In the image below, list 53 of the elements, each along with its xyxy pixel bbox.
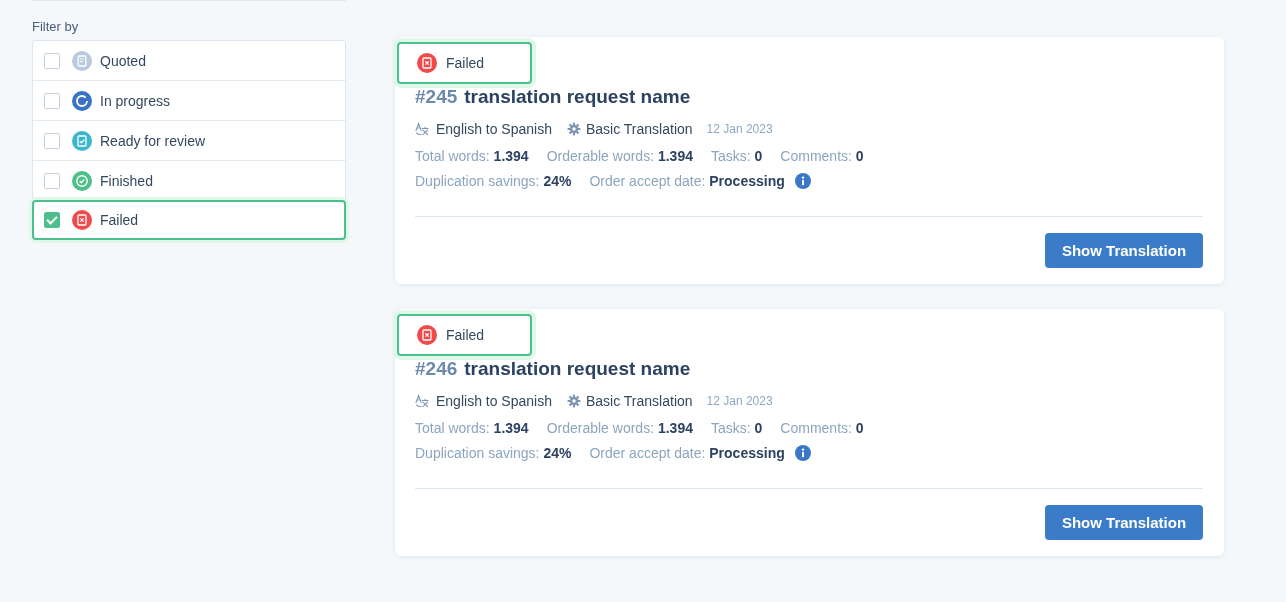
stat-text: Orderable words: 1.394 bbox=[546, 147, 693, 166]
language-pair: English to Spanish bbox=[436, 121, 552, 137]
document-x-icon bbox=[417, 53, 437, 73]
filter-label: In progress bbox=[100, 92, 171, 109]
filter-option[interactable]: Failed bbox=[32, 200, 346, 240]
document-x-icon bbox=[417, 325, 437, 345]
ring-icon bbox=[72, 90, 92, 111]
filter-heading: Filter by bbox=[32, 19, 80, 35]
check-circle-icon bbox=[72, 170, 92, 191]
stat-text: Total words: 1.394 bbox=[415, 147, 529, 166]
service-type: Basic Translation bbox=[585, 393, 693, 409]
filter-label: Finished bbox=[100, 172, 153, 189]
stat-text: Comments: 0 bbox=[780, 147, 864, 166]
translate-icon bbox=[415, 394, 429, 408]
filter-option[interactable]: Quoted bbox=[33, 41, 345, 81]
stat-text: Orderable words: 1.394 bbox=[546, 419, 693, 438]
filter-option[interactable]: In progress bbox=[33, 81, 345, 121]
language-pair: English to Spanish bbox=[436, 393, 552, 409]
checkbox[interactable] bbox=[44, 52, 60, 69]
status-label: Failed bbox=[446, 327, 485, 343]
status-label: Failed bbox=[446, 55, 485, 71]
checkbox[interactable] bbox=[44, 132, 60, 149]
stat-text: Duplication savings: 24% bbox=[415, 172, 572, 191]
request-number: #245 bbox=[415, 85, 458, 109]
stat-text: Comments: 0 bbox=[780, 419, 864, 438]
request-date: 12 Jan 2023 bbox=[706, 394, 773, 408]
request-date: 12 Jan 2023 bbox=[706, 122, 773, 136]
stat-text: Tasks: 0 bbox=[710, 419, 763, 438]
translate-icon bbox=[415, 122, 429, 136]
filter-label: Quoted bbox=[100, 52, 146, 69]
checkbox[interactable] bbox=[44, 212, 60, 228]
gear-icon bbox=[566, 394, 581, 408]
checklist-icon bbox=[72, 130, 92, 151]
stat-text: Duplication savings: 24% bbox=[415, 444, 572, 463]
service-type: Basic Translation bbox=[585, 121, 693, 137]
stat-text: Tasks: 0 bbox=[710, 147, 763, 166]
show-translation-button[interactable]: Show Translation bbox=[1045, 233, 1203, 268]
show-translation-button[interactable]: Show Translation bbox=[1045, 505, 1203, 540]
stat-text: Order accept date: Processing bbox=[589, 172, 785, 191]
document-icon bbox=[72, 50, 92, 71]
filter-label: Ready for review bbox=[100, 132, 206, 149]
checkbox[interactable] bbox=[44, 92, 60, 109]
gear-icon bbox=[566, 122, 581, 136]
request-title: translation request name bbox=[464, 85, 691, 109]
checkbox[interactable] bbox=[44, 172, 60, 189]
document-x-icon bbox=[72, 210, 92, 230]
stat-text: Order accept date: Processing bbox=[589, 444, 785, 463]
request-number: #246 bbox=[415, 357, 458, 381]
stat-text: Total words: 1.394 bbox=[415, 419, 529, 438]
request-title: translation request name bbox=[464, 357, 691, 381]
filter-option[interactable]: Finished bbox=[33, 161, 345, 201]
filter-label: Failed bbox=[100, 212, 139, 228]
filter-option[interactable]: Ready for review bbox=[33, 121, 345, 161]
